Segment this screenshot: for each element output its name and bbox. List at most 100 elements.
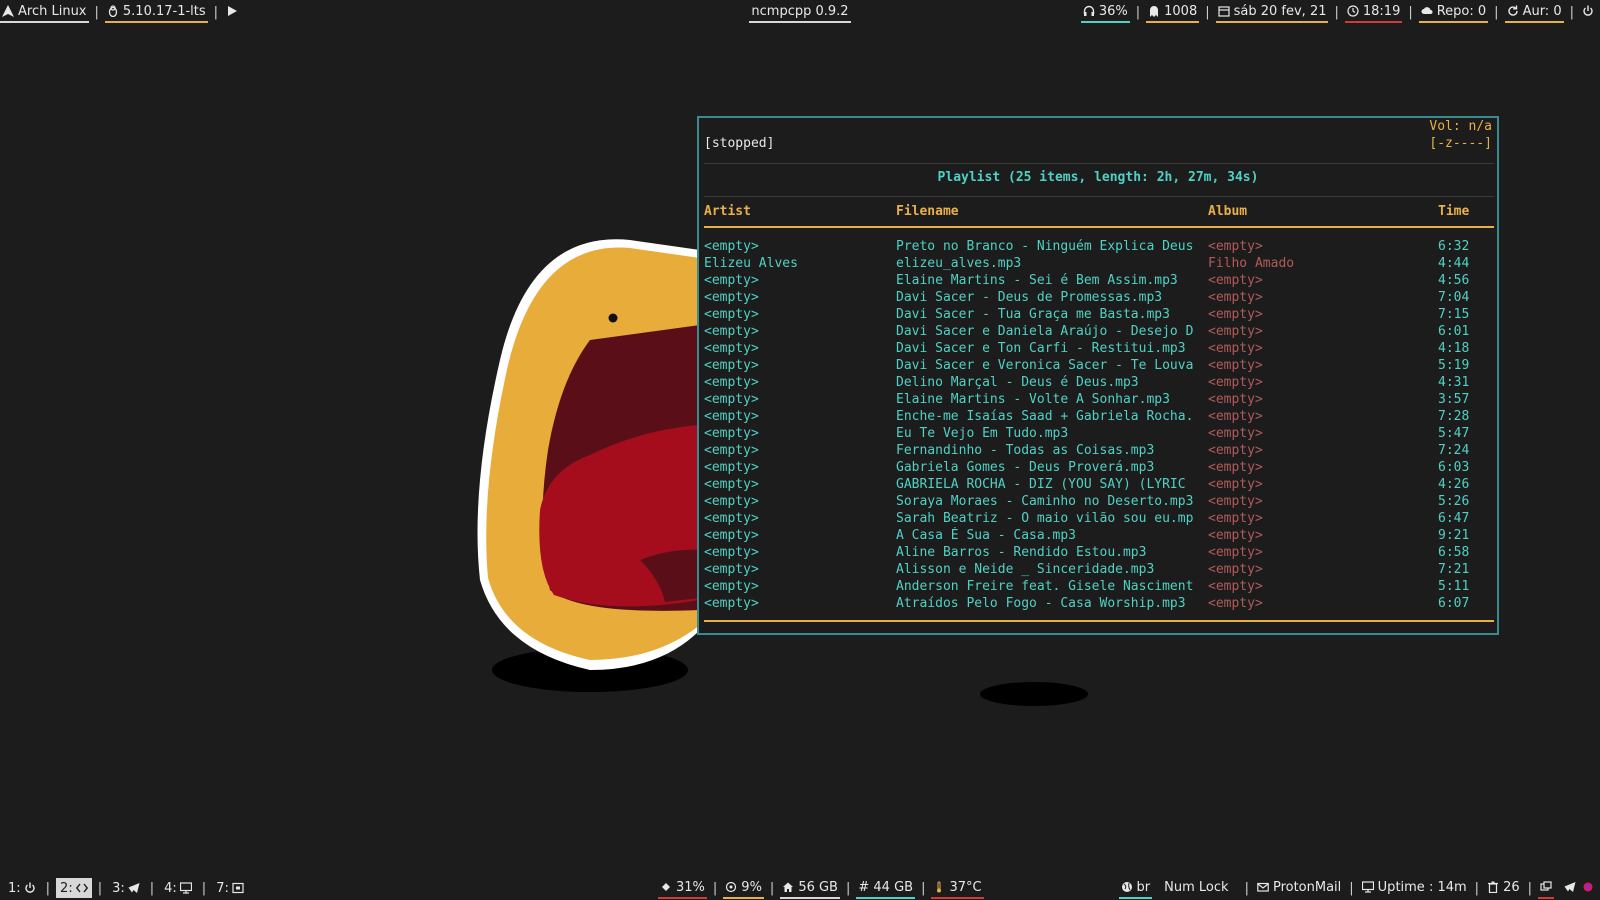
playlist-row[interactable]: <empty> Aline Barros - Rendido Estou.mp3 <… [704,544,1494,561]
playlist-row[interactable]: <empty> Davi Sacer - Tua Graça me Basta.m… [704,306,1494,323]
row-time: 6:07 [1438,596,1470,611]
row-artist: <empty> [704,290,759,305]
processes-module[interactable]: 1008 [1146,1,1200,23]
playlist-row[interactable]: <empty> A Casa É Sua - Casa.mp3 <empty> 9:2… [704,527,1494,544]
row-album: <empty> [1208,375,1263,390]
playlist-row[interactable]: <empty> Preto no Branco - Ninguém Explica… [704,238,1494,255]
memory-module[interactable]: 9% [723,877,764,899]
temperature-module[interactable]: 37°C [931,877,984,899]
row-album: <empty> [1208,290,1263,305]
row-artist: <empty> [704,409,759,424]
workspaces: 1: | 2: | 3: | 4: | 7: [4,876,248,900]
column-header-filename[interactable]: Filename [896,204,959,219]
trash-module[interactable]: 26 [1485,877,1522,899]
cpu-module[interactable]: 31% [658,877,707,899]
top-bar: Arch Linux | 5.10.17-1-lts | ncmpcpp 0.9… [0,0,1600,24]
workspace-label: 2: [60,880,73,896]
playlist-row[interactable]: <empty> Anderson Freire feat. Gisele Nasc… [704,578,1494,595]
system-stats: 31% | 9% | 56 GB | # 44 GB | 37°C [658,876,984,900]
row-time: 5:19 [1438,358,1470,373]
row-time: 6:03 [1438,460,1470,475]
temperature-label: 37°C [949,879,982,895]
ncmpcpp-window[interactable]: [stopped] Vol: n/a [-z----] Playlist (25… [697,116,1499,635]
row-filename: Davi Sacer - Deus de Promessas.mp3 [896,290,1163,305]
mascot-illustration [477,239,700,692]
clock-label: 18:19 [1362,3,1401,19]
row-artist: <empty> [704,443,759,458]
row-artist: <empty> [704,358,759,373]
row-filename: Alisson e Neide _ Sinceridade.mp3 [896,562,1155,577]
keyboard-layout-module[interactable]: br [1118,877,1153,899]
column-header-time[interactable]: Time [1438,204,1469,219]
row-album: <empty> [1208,494,1263,509]
row-album: <empty> [1208,477,1263,492]
row-time: 7:04 [1438,290,1470,305]
column-header-artist[interactable]: Artist [704,204,751,219]
row-album: <empty> [1208,545,1263,560]
playlist-row[interactable]: <empty> Davi Sacer e Ton Carfi - Restitui… [704,340,1494,357]
keyboard-layout-label: br [1136,879,1151,895]
mail-module[interactable]: ProtonMail [1255,877,1343,899]
workspace-3[interactable]: 3: [108,878,144,898]
playlist-row[interactable]: <empty> Davi Sacer - Deus de Promessas.mp… [704,289,1494,306]
shadow-shape [980,682,1088,706]
home-icon [782,881,794,893]
refresh-icon [1507,5,1519,17]
root-disk-module[interactable]: # 44 GB [856,877,916,899]
row-filename: Atraídos Pelo Fogo - Casa Worship.mp3 [896,596,1186,611]
bottom-bar: 1: | 2: | 3: | 4: | 7: 31% | 9% | 56 GB … [0,876,1600,900]
playlist-row[interactable]: <empty> Alisson e Neide _ Sinceridade.mp3… [704,561,1494,578]
playlist-row[interactable]: <empty> GABRIELA ROCHA - DIZ (YOU SAY) (L… [704,476,1494,493]
trash-icon [1487,881,1499,893]
playlist-row[interactable]: <empty> Gabriela Gomes - Deus Proverá.mp3… [704,459,1494,476]
playlist-row[interactable]: <empty> Delino Marçal - Deus é Deus.mp3 <e… [704,374,1494,391]
playlist-row[interactable]: <empty> Elaine Martins - Volte A Sonhar.m… [704,391,1494,408]
playlist-row[interactable]: <empty> Davi Sacer e Daniela Araújo - Des… [704,323,1494,340]
home-disk-module[interactable]: 56 GB [780,877,840,899]
playlist-footer-line [704,620,1494,622]
distro-module[interactable]: Arch Linux [0,1,89,23]
play-module[interactable] [224,1,240,23]
window-title[interactable]: ncmpcpp 0.9.2 [749,1,851,23]
workspace-label: 7: [216,880,229,896]
column-header-album[interactable]: Album [1208,204,1247,219]
row-filename: Sarah Beatriz - O maio vilão sou eu.mp [896,511,1194,526]
workspace-7[interactable]: 7: [212,878,248,898]
row-filename: Eu Te Vejo Em Tudo.mp3 [896,426,1069,441]
playlist-row[interactable]: <empty> Eu Te Vejo Em Tudo.mp3 <empty> 5:47 [704,425,1494,442]
volume-module[interactable]: 36% [1080,1,1130,23]
row-filename: Enche-me Isaías Saad + Gabriela Rocha. [896,409,1194,424]
playlist-row[interactable]: Elizeu Alves elizeu_alves.mp3 Filho Amado 4… [704,255,1494,272]
arch-logo-icon [2,5,14,17]
tray-telegram-button[interactable] [1562,877,1578,899]
uptime-module[interactable]: Uptime : 14m [1360,877,1469,899]
workspace-4[interactable]: 4: [160,878,196,898]
playlist-row[interactable]: <empty> Enche-me Isaías Saad + Gabriela R… [704,408,1494,425]
clock-module[interactable]: 18:19 [1344,1,1403,23]
numlock-indicator[interactable]: Num Lock [1162,877,1230,899]
row-time: 4:18 [1438,341,1470,356]
playlist-row[interactable]: <empty> Sarah Beatriz - O maio vilão sou … [704,510,1494,527]
row-artist: <empty> [704,375,759,390]
tray-notification-button[interactable] [1580,877,1596,899]
playlist-row[interactable]: <empty> Fernandinho - Todas as Coisas.mp3… [704,442,1494,459]
playlist-row[interactable]: <empty> Atraídos Pelo Fogo - Casa Worship… [704,595,1494,612]
uptime-label: Uptime : 14m [1377,879,1467,895]
kernel-module[interactable]: 5.10.17-1-lts [104,1,208,23]
row-album: <empty> [1208,392,1263,407]
workspace-2[interactable]: 2: [56,878,92,898]
repo-updates-module[interactable]: Repo: 0 [1418,1,1489,23]
playlist-row[interactable]: <empty> Davi Sacer e Veronica Sacer - Te … [704,357,1494,374]
power-module[interactable] [1580,1,1596,23]
row-artist: <empty> [704,545,759,560]
cloud-download-icon [1421,5,1433,17]
playlist-row[interactable]: <empty> Soraya Moraes - Caminho no Desert… [704,493,1494,510]
row-time: 6:01 [1438,324,1470,339]
code-icon [75,882,88,894]
date-module[interactable]: sáb 20 fev, 21 [1215,1,1329,23]
playlist-row[interactable]: <empty> Elaine Martins - Sei é Bem Assim.… [704,272,1494,289]
aur-updates-module[interactable]: Aur: 0 [1504,1,1564,23]
playlist: <empty> Preto no Branco - Ninguém Explica… [704,238,1494,612]
workspace-1[interactable]: 1: [4,878,40,898]
tray-windows-button[interactable] [1538,877,1554,899]
